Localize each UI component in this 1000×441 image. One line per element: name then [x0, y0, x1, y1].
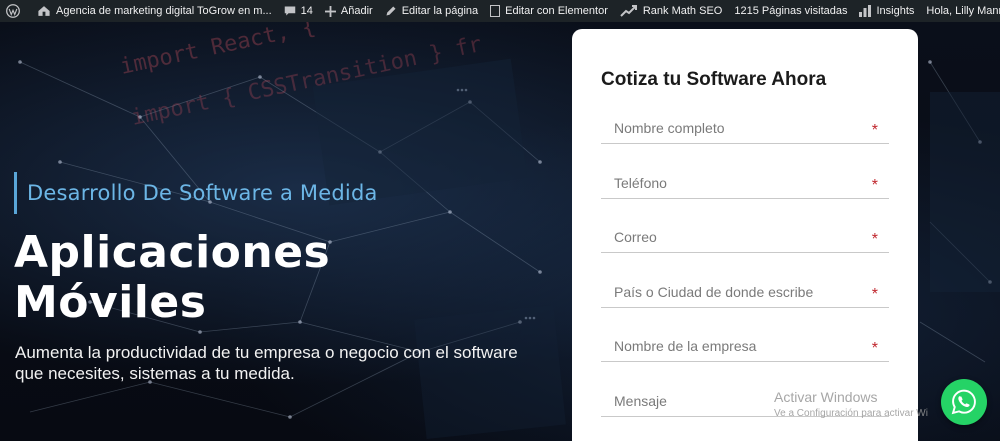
user-account-menu[interactable]: Hola, Lilly Manrique — [920, 0, 1000, 22]
wordpress-icon — [6, 4, 20, 18]
full-name-input[interactable] — [614, 114, 874, 142]
rank-math-label: Rank Math SEO — [642, 5, 723, 17]
country-city-input[interactable] — [614, 278, 874, 306]
site-name-menu[interactable]: Agencia de marketing digital ToGrow en m… — [31, 0, 278, 22]
pencil-icon — [385, 5, 397, 17]
edit-elementor-link[interactable]: Editar con Elementor — [484, 0, 614, 22]
hero-tagline: Desarrollo De Software a Medida — [27, 181, 378, 205]
add-new-label: Añadir — [340, 5, 373, 17]
required-marker: * — [871, 177, 878, 194]
insights-menu[interactable]: Insights — [853, 0, 920, 22]
required-marker: * — [871, 231, 878, 248]
quote-form: Cotiza tu Software Ahora * * * * * — [572, 29, 918, 441]
wp-admin-bar: Agencia de marketing digital ToGrow en m… — [0, 0, 1000, 22]
watermark-line-2: Ve a Configuración para activar Wi — [774, 408, 928, 419]
page-visits-label: 1215 Páginas visitadas — [734, 5, 848, 17]
bg-code-line-1: import React, { — [118, 22, 318, 80]
hero-headline: Aplicaciones Móviles — [14, 228, 330, 328]
phone-field: * — [601, 169, 889, 199]
edit-page-label: Editar la página — [401, 5, 479, 17]
insights-label: Insights — [876, 5, 915, 17]
rank-math-menu[interactable]: Rank Math SEO — [614, 0, 728, 22]
email-field: * — [601, 223, 889, 253]
comments-count: 14 — [300, 5, 313, 17]
phone-input[interactable] — [614, 169, 874, 197]
user-greeting: Hola, Lilly Manrique — [926, 5, 1000, 17]
edit-elementor-label: Editar con Elementor — [505, 5, 608, 17]
tagline-block: Desarrollo De Software a Medida — [14, 172, 378, 214]
windows-activation-watermark: Activar Windows Ve a Configuración para … — [774, 389, 928, 419]
whatsapp-icon — [950, 388, 978, 416]
plus-icon — [324, 5, 336, 17]
country-city-field: * — [601, 278, 889, 308]
wordpress-logo-menu[interactable] — [0, 0, 31, 22]
elementor-icon — [490, 5, 501, 17]
full-name-field: * — [601, 114, 889, 144]
form-title: Cotiza tu Software Ahora — [601, 69, 827, 90]
required-marker: * — [871, 340, 878, 357]
comments-menu[interactable]: 14 — [278, 0, 319, 22]
headline-line-1: Aplicaciones — [14, 227, 331, 278]
page-visits-menu[interactable]: 1215 Páginas visitadas — [728, 0, 853, 22]
required-marker: * — [871, 122, 878, 139]
headline-line-2: Móviles — [14, 277, 207, 328]
chart-icon — [620, 5, 638, 17]
company-name-input[interactable] — [614, 332, 874, 360]
email-input[interactable] — [614, 223, 874, 251]
comment-icon — [284, 5, 296, 17]
company-name-field: * — [601, 332, 889, 362]
add-new-menu[interactable]: Añadir — [319, 0, 379, 22]
whatsapp-button[interactable] — [941, 379, 987, 425]
home-icon — [37, 5, 51, 17]
hero-section: import React, { import { CSSTransition }… — [0, 22, 1000, 441]
site-name-label: Agencia de marketing digital ToGrow en m… — [56, 5, 272, 17]
edit-page-link[interactable]: Editar la página — [379, 0, 484, 22]
bar-chart-icon — [859, 5, 872, 17]
hero-description: Aumenta la productividad de tu empresa o… — [15, 343, 518, 383]
required-marker: * — [871, 286, 878, 303]
watermark-line-1: Activar Windows — [774, 389, 878, 405]
